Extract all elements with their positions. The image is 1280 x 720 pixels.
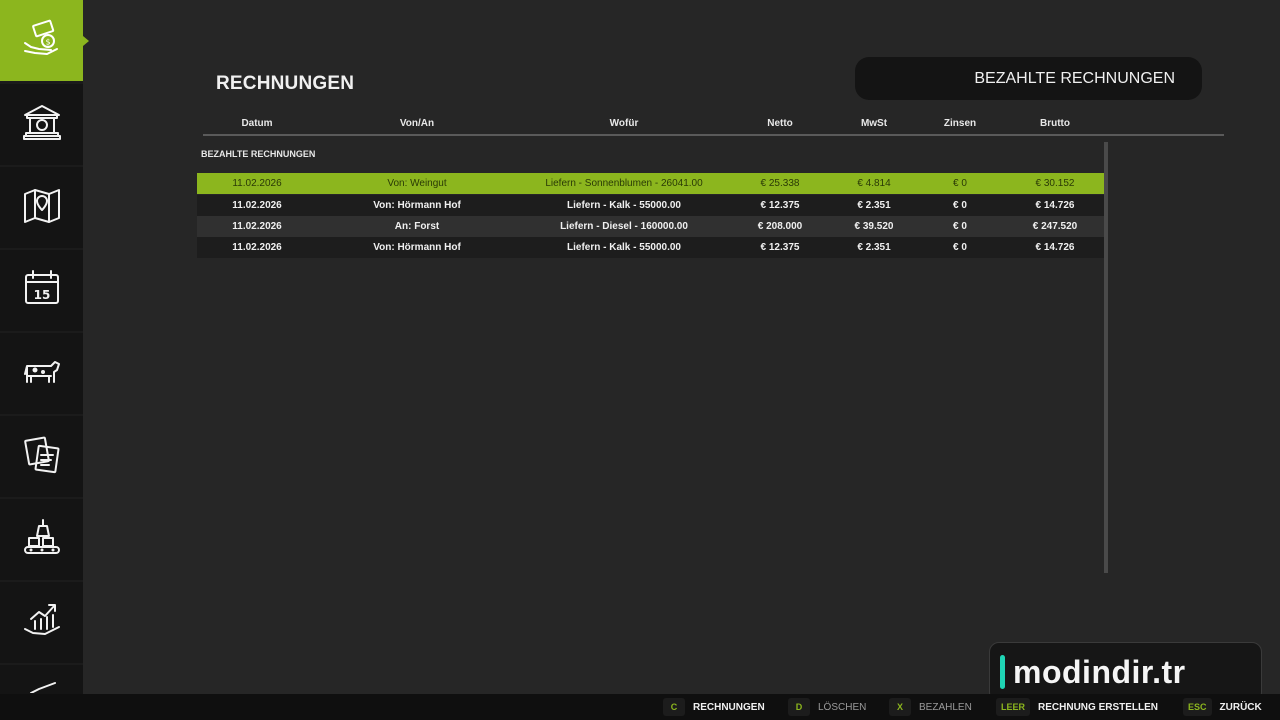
hint-pay[interactable]: X BEZAHLEN: [889, 694, 972, 720]
cell-interest: € 0: [953, 178, 967, 189]
hint-delete[interactable]: D LÖSCHEN: [788, 694, 866, 720]
cell-interest: € 0: [953, 221, 967, 232]
bank-icon: [21, 101, 63, 148]
calendar-icon: 15: [21, 267, 63, 314]
svg-text:$: $: [45, 38, 50, 47]
page-title: RECHNUNGEN: [216, 73, 355, 94]
column-header-vat[interactable]: MwSt: [861, 118, 887, 129]
cell-interest: € 0: [953, 242, 967, 253]
sidebar-item-contracts[interactable]: [0, 416, 83, 497]
hint-label: ZURÜCK: [1219, 701, 1262, 713]
sidebar-item-more[interactable]: [0, 665, 83, 694]
hint-label: LÖSCHEN: [818, 701, 867, 713]
cell-date: 11.02.2026: [232, 221, 282, 232]
cell-item: Liefern - Kalk - 55000.00: [567, 200, 681, 211]
cell-vat: € 39.520: [854, 221, 894, 232]
cell-vat: € 2.351: [857, 200, 891, 211]
hint-label: RECHNUNG ERSTELLEN: [1038, 701, 1159, 713]
cell-gross: € 30.152: [1035, 178, 1075, 189]
cell-date: 11.02.2026: [232, 178, 282, 189]
watermark-text: modindir.tr: [1013, 653, 1186, 690]
column-header-party[interactable]: Von/An: [400, 118, 434, 129]
cell-gross: € 14.726: [1035, 200, 1075, 211]
sidebar-item-finances[interactable]: $: [0, 0, 89, 81]
cell-net: € 12.375: [760, 242, 800, 253]
cell-item: Liefern - Kalk - 55000.00: [567, 242, 681, 253]
cell-interest: € 0: [953, 200, 967, 211]
cell-party: Von: Hörmann Hof: [373, 200, 461, 211]
cell-net: € 12.375: [760, 200, 800, 211]
cell-net: € 208.000: [757, 221, 803, 232]
key-badge: D: [788, 698, 810, 716]
map-icon: [21, 184, 63, 231]
cell-party: An: Forst: [394, 221, 440, 232]
production-icon: [21, 516, 63, 563]
hint-label: RECHNUNGEN: [693, 701, 765, 713]
calendar-badge: 15: [33, 288, 50, 302]
cell-gross: € 14.726: [1035, 242, 1075, 253]
table-row[interactable]: 11.02.2026 Von: Hörmann Hof Liefern - Ka…: [197, 237, 1104, 258]
table-row[interactable]: 11.02.2026 Von: Weingut Liefern - Sonnen…: [197, 173, 1104, 194]
watermark: modindir.tr: [989, 642, 1262, 702]
sidebar-item-calendar[interactable]: 15: [0, 250, 83, 331]
cell-net: € 25.338: [760, 178, 800, 189]
sidebar-item-animals[interactable]: [0, 333, 83, 414]
column-header-gross[interactable]: Brutto: [1040, 118, 1070, 129]
hint-create-invoice[interactable]: LEER RECHNUNG ERSTELLEN: [996, 694, 1158, 720]
hint-label: BEZAHLEN: [919, 701, 972, 713]
filter-selector[interactable]: BEZAHLTE RECHNUNGEN: [855, 57, 1202, 100]
filter-selector-label: BEZAHLTE RECHNUNGEN: [974, 69, 1175, 87]
cell-gross: € 247.520: [1032, 221, 1078, 232]
cell-vat: € 4.814: [857, 178, 891, 189]
cell-party: Von: Hörmann Hof: [373, 242, 461, 253]
section-label: BEZAHLTE RECHNUNGEN: [201, 149, 316, 159]
cell-vat: € 2.351: [857, 242, 891, 253]
key-badge: LEER: [996, 698, 1031, 716]
key-badge: X: [889, 698, 911, 716]
input-hint-bar: C RECHNUNGEN D LÖSCHEN X BEZAHLEN LEER R…: [0, 694, 1280, 720]
sidebar-item-map[interactable]: [0, 167, 83, 248]
sidebar-item-production[interactable]: [0, 499, 83, 580]
hint-invoices[interactable]: C RECHNUNGEN: [663, 694, 765, 720]
column-header-date[interactable]: Datum: [241, 118, 272, 129]
table-scrollbar[interactable]: [1104, 142, 1108, 573]
active-indicator: [83, 36, 89, 46]
contracts-icon: [21, 433, 63, 480]
column-header-item[interactable]: Wofür: [610, 118, 639, 129]
statistics-icon: [21, 599, 63, 646]
sidebar-item-statistics[interactable]: [0, 582, 83, 663]
column-header-net[interactable]: Netto: [767, 118, 793, 129]
cow-icon: [21, 350, 63, 397]
cell-date: 11.02.2026: [232, 200, 282, 211]
hint-back[interactable]: ESC ZURÜCK: [1183, 694, 1262, 720]
key-badge: C: [663, 698, 685, 716]
table-row[interactable]: 11.02.2026 Von: Hörmann Hof Liefern - Ka…: [197, 195, 1104, 216]
money-hand-icon: $: [21, 17, 63, 64]
cell-item: Liefern - Sonnenblumen - 26041.00: [545, 178, 703, 189]
key-badge: ESC: [1183, 698, 1212, 716]
table-row[interactable]: 11.02.2026 An: Forst Liefern - Diesel - …: [197, 216, 1104, 237]
sidebar-item-bank[interactable]: [0, 84, 83, 165]
cell-date: 11.02.2026: [232, 242, 282, 253]
cell-item: Liefern - Diesel - 160000.00: [560, 221, 688, 232]
header-divider: [203, 134, 1224, 136]
column-header-interest[interactable]: Zinsen: [944, 118, 976, 129]
cell-party: Von: Weingut: [387, 178, 447, 189]
sidebar: $ 15: [0, 0, 89, 694]
watermark-bar-icon: [1000, 655, 1005, 689]
